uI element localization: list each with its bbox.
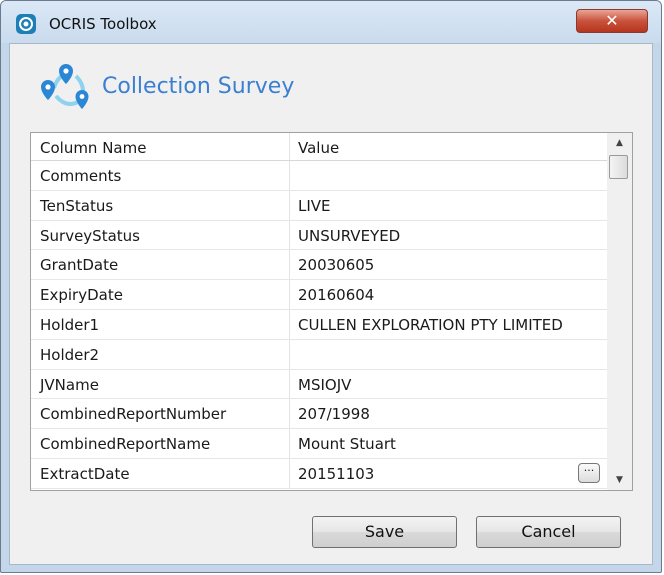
row-value[interactable]: Mount Stuart <box>298 435 396 453</box>
row-name: JVName <box>40 375 99 394</box>
row-value[interactable]: 207/1998 <box>298 405 370 423</box>
column-header-name[interactable]: Column Name <box>40 139 146 157</box>
window-title: OCRIS Toolbox <box>49 15 157 33</box>
row-name: ExpiryDate <box>40 286 123 305</box>
table-row[interactable]: GrantDate 20030605 <box>31 250 607 281</box>
row-value[interactable]: 20151103 <box>298 465 374 483</box>
row-value[interactable]: MSIOJV <box>298 376 351 394</box>
grid-header-row: Column Name Value <box>31 133 607 161</box>
dialog-window: OCRIS Toolbox ✕ Collection Survey Column… <box>0 0 662 573</box>
cancel-button[interactable]: Cancel <box>476 516 621 548</box>
row-value[interactable]: LIVE <box>298 197 331 215</box>
row-name: Comments <box>40 167 122 185</box>
table-row[interactable]: CombinedReportName Mount Stuart <box>31 429 607 459</box>
table-row[interactable]: ExtractDate 20151103 ··· <box>31 459 607 489</box>
row-value[interactable]: CULLEN EXPLORATION PTY LIMITED <box>298 316 563 334</box>
row-value[interactable]: 20030605 <box>298 256 374 274</box>
table-row[interactable]: TenStatus LIVE <box>31 191 607 221</box>
table-row[interactable]: Holder2 <box>31 340 607 370</box>
row-name: Holder2 <box>40 345 100 364</box>
row-value[interactable]: 20160604 <box>298 286 374 304</box>
row-name: CombinedReportNumber <box>40 405 227 424</box>
ocris-app-icon <box>16 14 36 34</box>
table-row[interactable]: Holder1 CULLEN EXPLORATION PTY LIMITED <box>31 310 607 340</box>
column-header-value[interactable]: Value <box>298 139 339 157</box>
scroll-thumb[interactable] <box>609 155 628 179</box>
close-icon: ✕ <box>605 11 619 30</box>
vertical-scrollbar[interactable]: ▲ ▼ <box>607 133 632 490</box>
map-pins-icon <box>41 64 89 109</box>
title-bar[interactable]: OCRIS Toolbox ✕ <box>1 1 661 43</box>
row-name: ExtractDate <box>40 464 130 483</box>
table-row[interactable]: JVName MSIOJV <box>31 370 607 400</box>
row-name: CombinedReportName <box>40 435 211 454</box>
table-row[interactable]: SurveyStatus UNSURVEYED <box>31 221 607 251</box>
property-grid[interactable]: Column Name Value Comments TenStatus LIV… <box>30 132 633 491</box>
row-name: Holder1 <box>40 315 100 334</box>
row-name: SurveyStatus <box>40 226 140 245</box>
page-title: Collection Survey <box>102 74 295 99</box>
ellipsis-button[interactable]: ··· <box>578 462 600 483</box>
table-row[interactable]: CombinedReportNumber 207/1998 <box>31 399 607 430</box>
dialog-body: Collection Survey Column Name Value Comm… <box>9 43 653 565</box>
grid-table: Column Name Value Comments TenStatus LIV… <box>31 133 607 489</box>
save-button[interactable]: Save <box>312 516 457 548</box>
row-name: TenStatus <box>40 196 114 215</box>
scroll-up-arrow-icon[interactable]: ▲ <box>607 133 632 153</box>
row-value[interactable]: UNSURVEYED <box>298 227 400 245</box>
row-name: GrantDate <box>40 256 119 275</box>
scroll-down-arrow-icon[interactable]: ▼ <box>607 470 632 490</box>
table-row[interactable]: Comments <box>31 161 607 191</box>
table-row[interactable]: ExpiryDate 20160604 <box>31 280 607 310</box>
close-button[interactable]: ✕ <box>576 9 648 33</box>
